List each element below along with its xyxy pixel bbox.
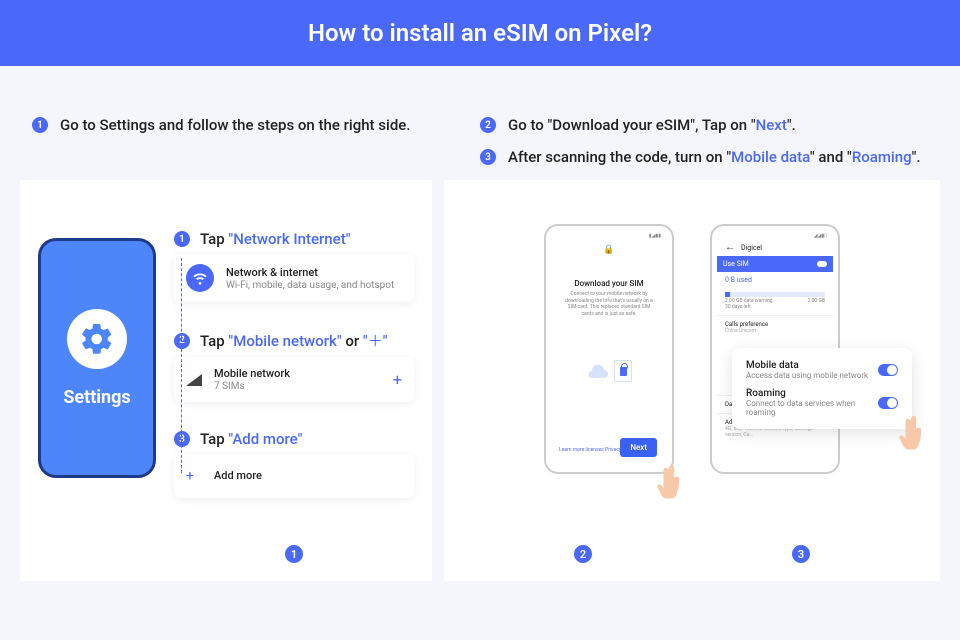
steps-column: 1 Tap "Network Internet" Network & inter… bbox=[174, 230, 414, 563]
phone-settings: Settings bbox=[38, 238, 156, 478]
instruction-1: 1 Go to Settings and follow the steps on… bbox=[32, 116, 410, 134]
vertical-connector bbox=[181, 258, 182, 473]
panel-settings-steps: Settings 1 Tap "Network Internet" Networ… bbox=[20, 180, 432, 581]
row-subtitle: 7 SIMs bbox=[214, 381, 290, 392]
status-bar: ◢◢▮▯ bbox=[717, 231, 833, 239]
step-number-badge: 2 bbox=[174, 333, 190, 349]
panel-badge: 2 bbox=[574, 545, 592, 563]
used-data: 0 B used bbox=[717, 272, 833, 288]
panels-container: Settings 1 Tap "Network Internet" Networ… bbox=[0, 180, 960, 581]
step-1: 1 Tap "Network Internet" Network & inter… bbox=[174, 230, 414, 302]
step-number-badge: 1 bbox=[32, 117, 48, 133]
panel-phone-screens: ▮◢▮▮ 🔒 Download your SIM Connect to your… bbox=[444, 180, 940, 581]
row-subtitle: Wi-Fi, mobile, data usage, and hotspot bbox=[226, 280, 394, 291]
row-title: Mobile network bbox=[214, 367, 290, 380]
mobile-network-row[interactable]: Mobile network 7 SIMs + bbox=[174, 357, 414, 402]
add-more-row[interactable]: + Add more bbox=[174, 454, 414, 498]
phone-download-sim: ▮◢▮▮ 🔒 Download your SIM Connect to your… bbox=[544, 224, 674, 474]
tap-hand-icon bbox=[656, 464, 686, 500]
page-title: How to install an eSIM on Pixel? bbox=[308, 19, 652, 47]
instructions-row: 1 Go to Settings and follow the steps on… bbox=[0, 66, 960, 180]
lock-icon: 🔒 bbox=[551, 245, 667, 255]
settings-gear-icon bbox=[67, 309, 127, 369]
cloud-qr-illustration bbox=[551, 360, 667, 382]
step-3: 3 Tap "Add more" + Add more bbox=[174, 430, 414, 498]
row-title: Add more bbox=[214, 469, 262, 482]
page-header: How to install an eSIM on Pixel? bbox=[0, 0, 960, 66]
data-usage-bar bbox=[725, 292, 825, 297]
wifi-icon bbox=[186, 264, 214, 292]
panel-badge: 1 bbox=[285, 545, 303, 563]
next-button[interactable]: Next bbox=[620, 438, 657, 457]
panel-badge: 3 bbox=[792, 545, 810, 563]
instruction-text: After scanning the code, turn on "Mobile… bbox=[508, 148, 921, 166]
use-sim-toggle[interactable]: Use SIM bbox=[717, 256, 833, 272]
toggles-callout: Mobile dataAccess data using mobile netw… bbox=[732, 348, 912, 429]
roaming-toggle[interactable] bbox=[878, 397, 898, 409]
roaming-toggle-row: RoamingConnect to data services when roa… bbox=[746, 384, 898, 421]
network-internet-row[interactable]: Network & internet Wi-Fi, mobile, data u… bbox=[174, 254, 414, 302]
step-number-badge: 3 bbox=[480, 149, 496, 165]
step-number-badge: 3 bbox=[174, 431, 190, 447]
step-number-badge: 1 bbox=[174, 231, 190, 247]
step-2: 2 Tap "Mobile network" or "＋" Mobile net… bbox=[174, 330, 414, 402]
plus-icon[interactable]: + bbox=[393, 370, 402, 389]
download-desc: Connect to your mobile network by downlo… bbox=[551, 288, 667, 320]
instruction-text: Go to "Download your eSIM", Tap on "Next… bbox=[508, 116, 796, 134]
signal-icon bbox=[186, 374, 202, 386]
mobile-data-toggle-row: Mobile dataAccess data using mobile netw… bbox=[746, 356, 898, 384]
step-number-badge: 2 bbox=[480, 117, 496, 133]
phone-label: Settings bbox=[63, 387, 130, 408]
plus-icon: + bbox=[186, 468, 194, 484]
calls-preference[interactable]: Calls preferenceChina Unicom bbox=[717, 315, 833, 339]
carrier-row: ←Digicel bbox=[717, 239, 833, 256]
instruction-2: 2 Go to "Download your eSIM", Tap on "Ne… bbox=[480, 116, 940, 134]
instruction-text: Go to Settings and follow the steps on t… bbox=[60, 116, 410, 134]
mobile-data-toggle[interactable] bbox=[878, 364, 898, 376]
tap-hand-icon bbox=[898, 415, 928, 451]
download-title: Download your SIM bbox=[551, 279, 667, 288]
instruction-3: 3 After scanning the code, turn on "Mobi… bbox=[480, 148, 940, 166]
row-title: Network & internet bbox=[226, 266, 394, 279]
status-bar: ▮◢▮▮ bbox=[551, 231, 667, 239]
